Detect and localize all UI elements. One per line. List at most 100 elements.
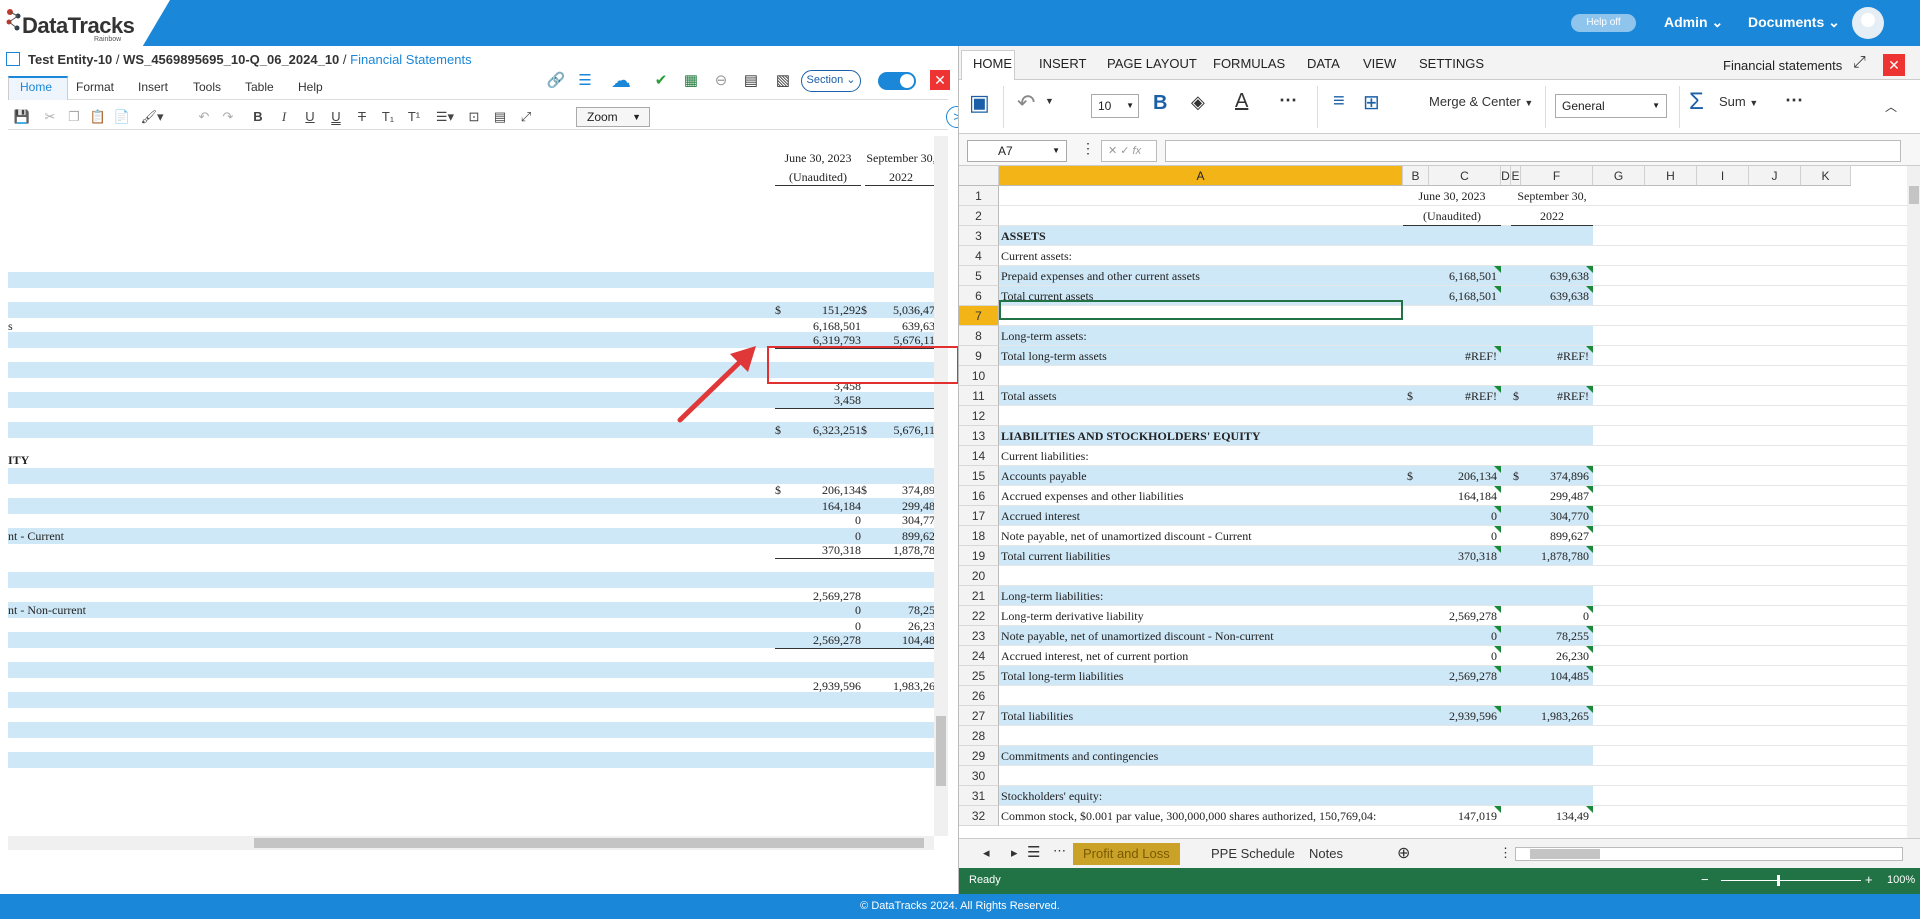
- paste-icon[interactable]: 📋: [88, 108, 108, 126]
- copy-icon[interactable]: ❐: [64, 108, 84, 126]
- cell-a[interactable]: ASSETS: [1001, 226, 1403, 246]
- cell-a[interactable]: Prepaid expenses and other current asset…: [1001, 266, 1403, 286]
- cell-c[interactable]: [1403, 246, 1501, 266]
- italic-icon[interactable]: I: [274, 108, 294, 126]
- value-cell[interactable]: 374,896: [861, 483, 934, 498]
- value-cell[interactable]: 0: [775, 603, 861, 618]
- grid-vertical-scrollbar[interactable]: [1907, 166, 1920, 838]
- row-header[interactable]: 1: [959, 186, 999, 206]
- row-header[interactable]: 23: [959, 626, 999, 646]
- cell-c[interactable]: [1403, 306, 1501, 326]
- cell-f[interactable]: 899,627: [1511, 526, 1593, 546]
- admin-menu[interactable]: Admin ⌄: [1664, 14, 1723, 31]
- grid-vscroll-thumb[interactable]: [1909, 186, 1919, 204]
- tab-home[interactable]: Home: [20, 80, 52, 94]
- cell-f[interactable]: [1511, 446, 1593, 466]
- breadcrumb-workspace[interactable]: WS_4569895695_10-Q_06_2024_10: [123, 52, 339, 67]
- row-header[interactable]: 6: [959, 286, 999, 306]
- value-cell[interactable]: 206,134: [775, 483, 861, 498]
- undo-icon[interactable]: ↶: [194, 108, 214, 126]
- close-editor-button[interactable]: ✕: [930, 70, 950, 90]
- cell-c[interactable]: 0: [1403, 646, 1501, 666]
- cell-f[interactable]: 78,255: [1511, 626, 1593, 646]
- number-format-select[interactable]: General ▼: [1555, 94, 1667, 118]
- documents-menu[interactable]: Documents ⌄: [1748, 14, 1840, 31]
- cut-icon[interactable]: ✂: [40, 108, 60, 126]
- value-cell[interactable]: 304,770: [861, 513, 934, 528]
- row-header[interactable]: 21: [959, 586, 999, 606]
- cell-a[interactable]: LIABILITIES AND STOCKHOLDERS' EQUITY: [1001, 426, 1403, 446]
- cell-c[interactable]: 2,569,278: [1403, 606, 1501, 626]
- cell-a[interactable]: Total assets: [1001, 386, 1403, 406]
- cell-f[interactable]: [1511, 746, 1593, 766]
- column-header-i[interactable]: I: [1697, 166, 1749, 186]
- cell-f[interactable]: [1511, 786, 1593, 806]
- cell-c[interactable]: [1403, 226, 1501, 246]
- cell-c[interactable]: 6,168,501: [1403, 266, 1501, 286]
- cell-f[interactable]: [1511, 686, 1593, 706]
- more-icon[interactable]: ⋯: [1279, 90, 1297, 111]
- cell-f[interactable]: 26,230: [1511, 646, 1593, 666]
- spreadsheet-grid[interactable]: ABCDEFGHIJK 1 June 30, 2023 September 30, 2…: [959, 166, 1907, 838]
- value-cell[interactable]: 104,485: [861, 633, 934, 649]
- row-header[interactable]: 31: [959, 786, 999, 806]
- cell-f[interactable]: [1511, 306, 1593, 326]
- list-icon[interactable]: ☰: [574, 70, 596, 92]
- cell-a[interactable]: Total current liabilities: [1001, 546, 1403, 566]
- cell-f[interactable]: September 30,: [1511, 186, 1593, 206]
- cell-c[interactable]: [1403, 366, 1501, 386]
- cell-c[interactable]: [1403, 566, 1501, 586]
- cell-c[interactable]: June 30, 2023: [1403, 186, 1501, 206]
- value-cell[interactable]: 78,255: [861, 603, 934, 618]
- cell-f[interactable]: [1511, 586, 1593, 606]
- row-header[interactable]: 24: [959, 646, 999, 666]
- zoom-dropdown[interactable]: Zoom ▼: [576, 107, 650, 127]
- row-header[interactable]: 32: [959, 806, 999, 826]
- row-header[interactable]: 11: [959, 386, 999, 406]
- check-badge-icon[interactable]: ✔: [650, 70, 672, 92]
- sheet-tab-profit-and-loss[interactable]: Profit and Loss: [1073, 843, 1180, 865]
- cell-c[interactable]: [1403, 726, 1501, 746]
- zoom-slider-handle[interactable]: [1777, 875, 1780, 886]
- logo[interactable]: DataTracks Rainbow: [0, 0, 170, 46]
- sheet-horizontal-scrollbar[interactable]: [1515, 847, 1903, 861]
- cell-a[interactable]: [1001, 566, 1403, 586]
- tab-table[interactable]: Table: [245, 80, 274, 94]
- row-header[interactable]: 19: [959, 546, 999, 566]
- prev-sheet-icon[interactable]: ◂: [983, 845, 990, 861]
- cell-c[interactable]: 0: [1403, 506, 1501, 526]
- editor-hscroll-thumb[interactable]: [254, 838, 924, 848]
- more-icon[interactable]: ⋮: [1499, 845, 1512, 861]
- circle-icon[interactable]: ⊖: [710, 70, 732, 92]
- view-toggle[interactable]: [878, 72, 916, 90]
- merge-center-button[interactable]: Merge & Center ▼: [1429, 94, 1533, 109]
- undo-icon[interactable]: ↶: [1017, 90, 1035, 116]
- formula-input[interactable]: [1165, 140, 1901, 162]
- cell-f[interactable]: [1511, 426, 1593, 446]
- cell-f[interactable]: [1511, 406, 1593, 426]
- zoom-in-icon[interactable]: +: [1865, 872, 1873, 887]
- cell-c[interactable]: 0: [1403, 626, 1501, 646]
- row-header[interactable]: 28: [959, 726, 999, 746]
- row-header[interactable]: 29: [959, 746, 999, 766]
- next-sheet-icon[interactable]: ▸: [1011, 845, 1018, 861]
- cell-a[interactable]: [1001, 366, 1403, 386]
- format-painter-icon[interactable]: 🖌▾: [138, 108, 166, 126]
- row-header[interactable]: 12: [959, 406, 999, 426]
- cell-a[interactable]: Accrued interest: [1001, 506, 1403, 526]
- cell-a[interactable]: Total liabilities: [1001, 706, 1403, 726]
- more-icon[interactable]: ⋯: [1785, 90, 1803, 111]
- document-settings-icon[interactable]: ▤: [740, 70, 762, 92]
- cell-a[interactable]: Stockholders' equity:: [1001, 786, 1403, 806]
- value-cell[interactable]: 0: [861, 393, 934, 409]
- breadcrumb-section[interactable]: Financial Statements: [350, 52, 471, 67]
- cell-f[interactable]: 639,638: [1511, 286, 1593, 306]
- cell-c[interactable]: [1403, 406, 1501, 426]
- ribbon-tab-page-layout[interactable]: PAGE LAYOUT: [1107, 56, 1197, 71]
- font-color-icon[interactable]: A: [1235, 90, 1248, 113]
- ribbon-tab-view[interactable]: VIEW: [1363, 56, 1396, 71]
- merge-icon[interactable]: ⊞: [1363, 90, 1380, 115]
- cell-a[interactable]: Long-term assets:: [1001, 326, 1403, 346]
- row-header[interactable]: 7: [959, 306, 999, 326]
- paste-icon[interactable]: ▣: [969, 90, 990, 116]
